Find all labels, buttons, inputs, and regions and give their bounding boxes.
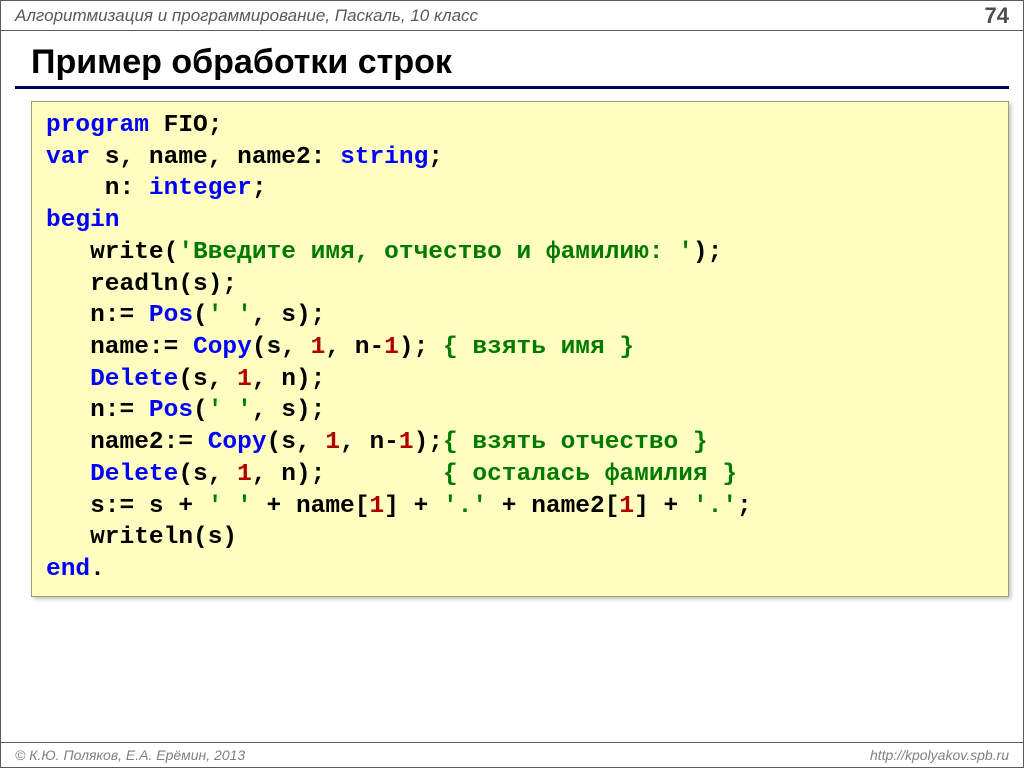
title-underline <box>15 86 1009 89</box>
code-box: program FIO; var s, name, name2: string;… <box>31 101 1009 597</box>
code-line: begin <box>46 205 994 237</box>
code-line: write('Введите имя, отчество и фамилию: … <box>46 237 994 269</box>
source-url: http://kpolyakov.spb.ru <box>870 747 1009 763</box>
code-line: n:= Pos(' ', s); <box>46 300 994 332</box>
code-line: var s, name, name2: string; <box>46 142 994 174</box>
code-line: n:= Pos(' ', s); <box>46 395 994 427</box>
code-line: name2:= Copy(s, 1, n-1);{ взять отчество… <box>46 427 994 459</box>
code-line: n: integer; <box>46 173 994 205</box>
copyright-label: © К.Ю. Поляков, Е.А. Ерёмин, 2013 <box>15 747 245 763</box>
slide: Алгоритмизация и программирование, Паска… <box>0 0 1024 768</box>
code-line: writeln(s) <box>46 522 994 554</box>
code-line: program FIO; <box>46 110 994 142</box>
code-line: Delete(s, 1, n); <box>46 364 994 396</box>
page-number: 74 <box>985 3 1009 29</box>
code-line: Delete(s, 1, n); { осталась фамилия } <box>46 459 994 491</box>
footer-bar: © К.Ю. Поляков, Е.А. Ерёмин, 2013 http:/… <box>1 742 1023 767</box>
slide-title: Пример обработки строк <box>31 43 1023 82</box>
header-bar: Алгоритмизация и программирование, Паска… <box>1 1 1023 31</box>
course-label: Алгоритмизация и программирование, Паска… <box>15 6 478 26</box>
code-line: s:= s + ' ' + name[1] + '.' + name2[1] +… <box>46 491 994 523</box>
code-line: readln(s); <box>46 269 994 301</box>
code-line: end. <box>46 554 994 586</box>
code-line: name:= Copy(s, 1, n-1); { взять имя } <box>46 332 994 364</box>
